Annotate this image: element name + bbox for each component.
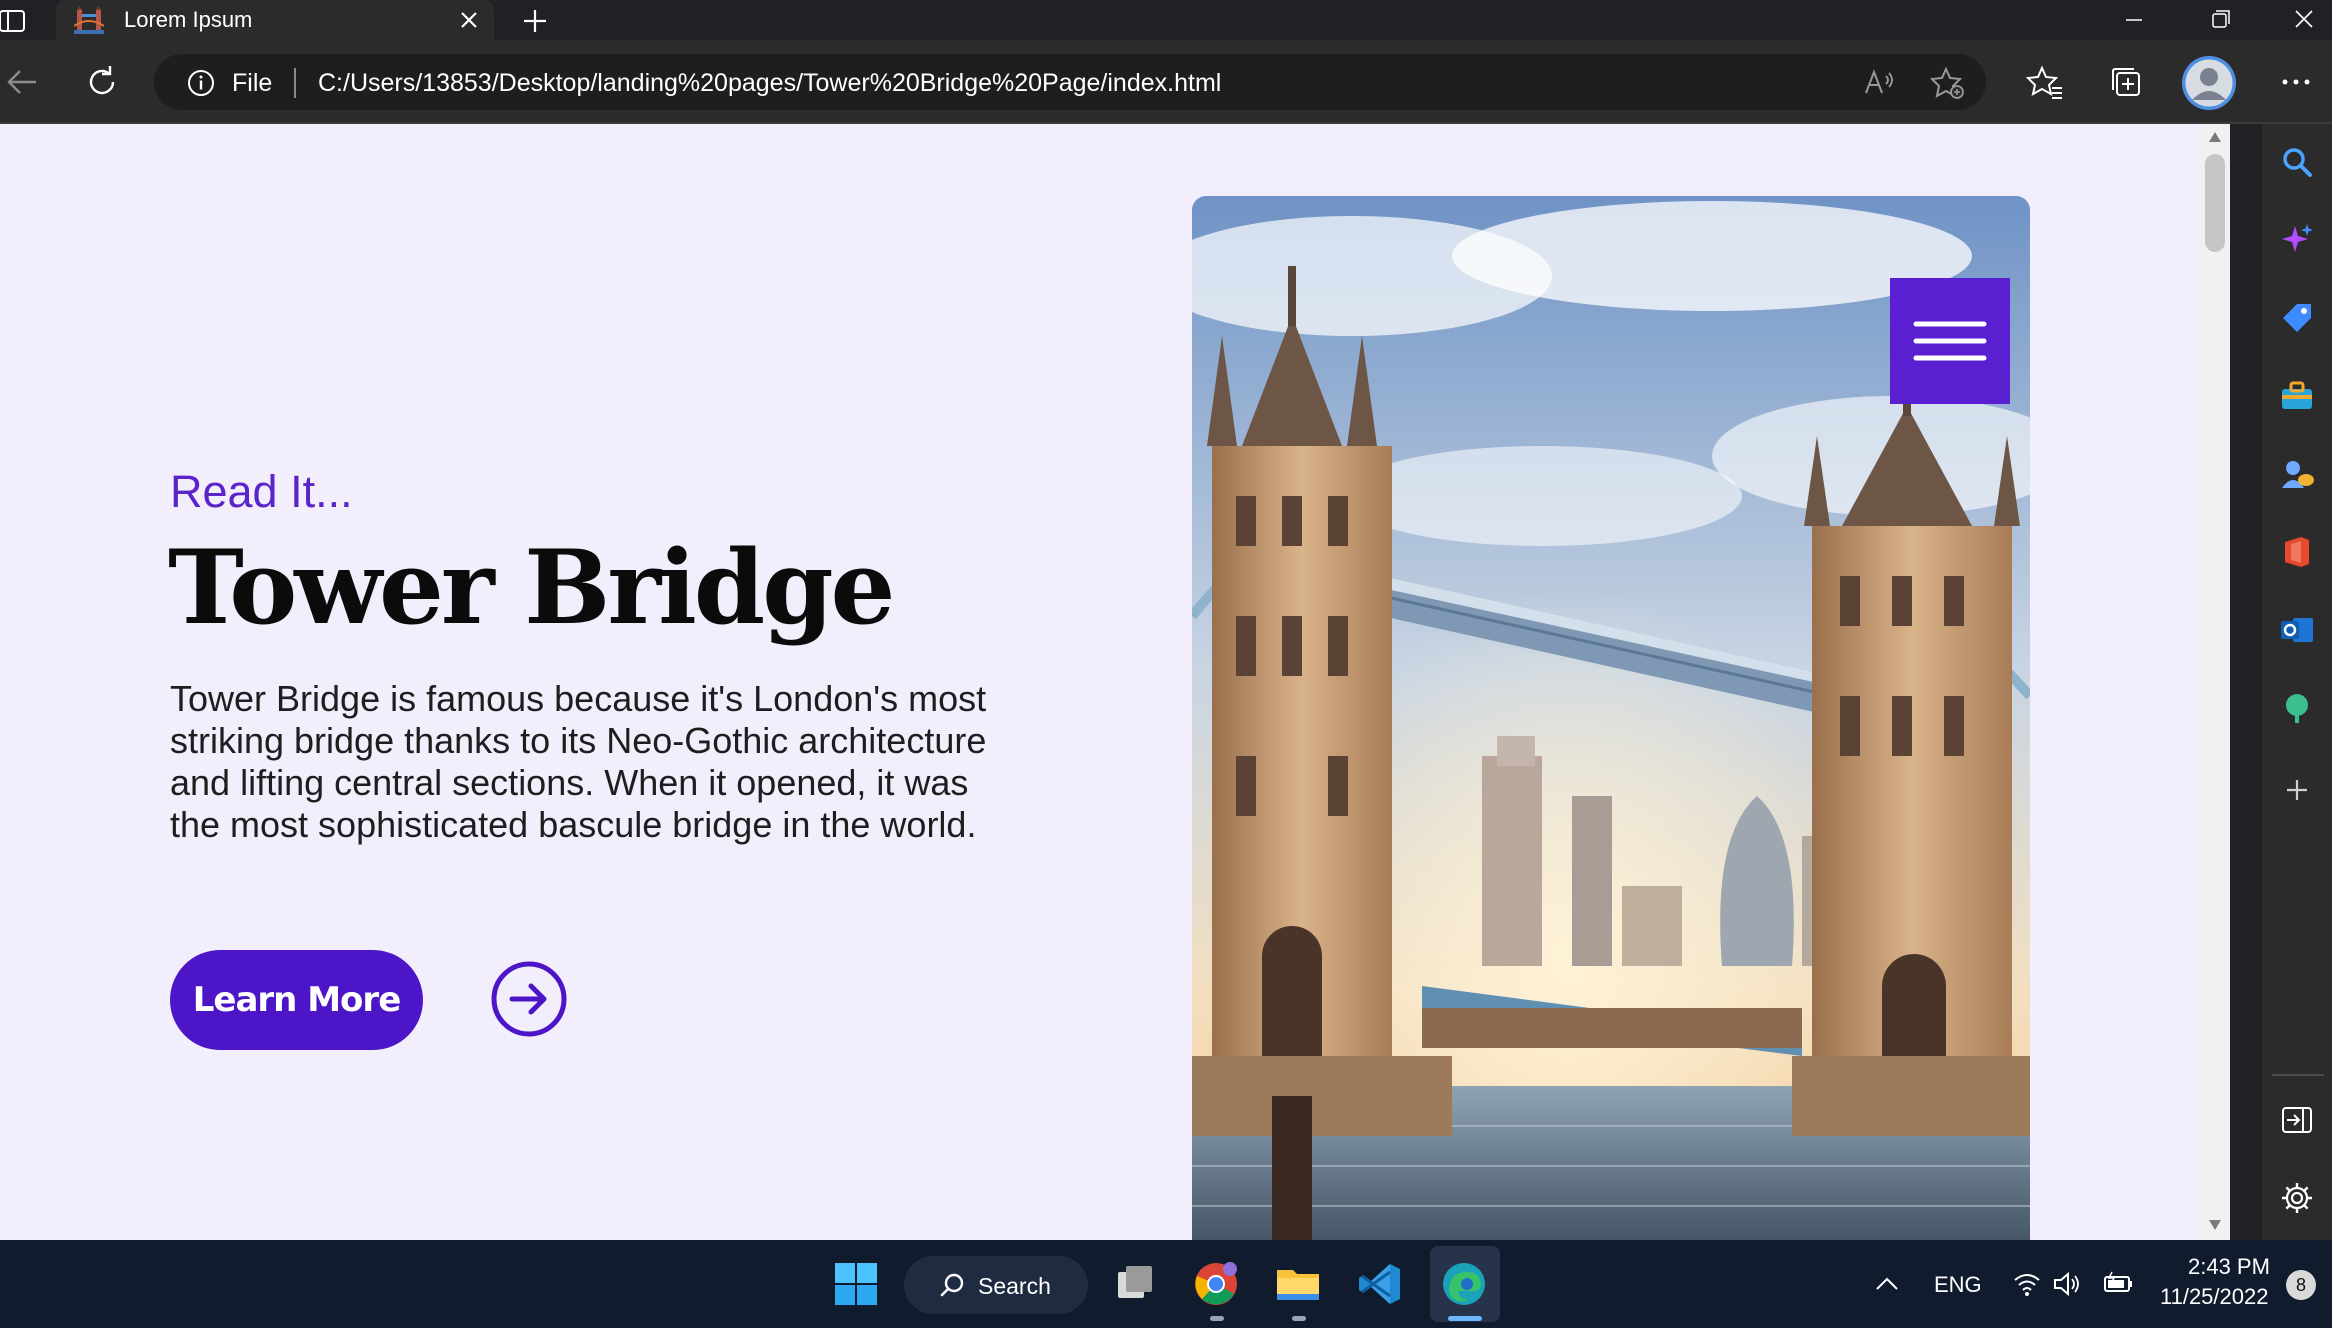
- arrow-circle-icon[interactable]: [490, 960, 568, 1038]
- clock-time[interactable]: 2:43 PM: [2188, 1254, 2270, 1280]
- tab-title: Lorem Ipsum: [124, 7, 253, 32]
- title-bar: Lorem Ipsum: [0, 0, 2332, 40]
- chrome-running-indicator: [1210, 1316, 1224, 1321]
- hide-sidebar-icon[interactable]: [2279, 1102, 2315, 1138]
- shopping-tag-icon[interactable]: [2279, 300, 2315, 336]
- file-scheme-label: File: [232, 69, 273, 97]
- file-explorer-icon[interactable]: [1274, 1260, 1322, 1308]
- outlook-icon[interactable]: [2279, 612, 2315, 648]
- windows-taskbar: Search ENG 2:43 PM 11/25/2022 8: [0, 1240, 2332, 1328]
- hero-title: Tower Bridge: [168, 528, 895, 648]
- volume-icon[interactable]: [2052, 1260, 2082, 1308]
- refresh-icon[interactable]: [82, 62, 122, 102]
- edge-sidebar: [2262, 124, 2332, 1240]
- new-tab-icon[interactable]: [520, 6, 550, 36]
- add-favorite-icon[interactable]: [1930, 66, 1966, 100]
- tree-icon[interactable]: [2279, 690, 2315, 726]
- taskbar-search[interactable]: Search: [904, 1256, 1088, 1314]
- sidebar-divider: [2272, 1074, 2324, 1076]
- hamburger-menu-button[interactable]: [1890, 278, 2010, 404]
- vscode-icon[interactable]: [1356, 1260, 1404, 1308]
- search-label: Search: [978, 1273, 1051, 1299]
- notification-badge[interactable]: 8: [2286, 1270, 2316, 1300]
- collections-icon[interactable]: [2106, 62, 2146, 102]
- games-icon[interactable]: [2279, 456, 2315, 492]
- tools-briefcase-icon[interactable]: [2279, 378, 2315, 414]
- browser-toolbar: File C:/Users/13853/Desktop/landing%20pa…: [0, 40, 2332, 124]
- read-aloud-icon[interactable]: [1862, 66, 1896, 100]
- wifi-icon[interactable]: [2012, 1260, 2042, 1308]
- edge-icon[interactable]: [1440, 1260, 1488, 1308]
- tab-close-icon[interactable]: [458, 9, 480, 31]
- scroll-thumb[interactable]: [2205, 154, 2225, 252]
- address-separator: [294, 68, 296, 98]
- search-icon: [940, 1272, 966, 1298]
- tower-bridge-favicon: [74, 6, 104, 34]
- profile-avatar[interactable]: [2182, 56, 2236, 110]
- url-text[interactable]: C:/Users/13853/Desktop/landing%20pages/T…: [318, 69, 1221, 97]
- add-icon[interactable]: [2279, 772, 2315, 808]
- clock-date[interactable]: 11/25/2022: [2160, 1284, 2268, 1310]
- scroll-up-icon[interactable]: [2207, 130, 2223, 144]
- minimize-icon[interactable]: [2114, 6, 2154, 34]
- edge-running-indicator: [1448, 1316, 1482, 1321]
- scroll-down-icon[interactable]: [2207, 1218, 2223, 1232]
- page-viewport: Read It... Tower Bridge Tower Bridge is …: [0, 124, 2230, 1240]
- language-indicator[interactable]: ENG: [1934, 1272, 1982, 1298]
- hero-body-text: Tower Bridge is famous because it's Lond…: [170, 678, 987, 845]
- battery-icon[interactable]: [2100, 1260, 2134, 1308]
- settings-gear-icon[interactable]: [2279, 1180, 2315, 1216]
- search-icon[interactable]: [2279, 144, 2315, 180]
- learn-more-button[interactable]: Learn More: [170, 950, 423, 1050]
- browser-tab-active[interactable]: Lorem Ipsum: [56, 0, 494, 40]
- more-icon[interactable]: [2276, 62, 2316, 102]
- restore-icon[interactable]: [2200, 6, 2240, 34]
- chrome-icon[interactable]: [1192, 1260, 1240, 1308]
- favorites-icon[interactable]: [2024, 62, 2064, 102]
- address-bar[interactable]: File C:/Users/13853/Desktop/landing%20pa…: [154, 54, 1986, 110]
- eyebrow-text: Read It...: [170, 466, 353, 517]
- tab-actions-icon[interactable]: [0, 4, 26, 36]
- info-icon[interactable]: [186, 68, 216, 98]
- office-icon[interactable]: [2279, 534, 2315, 570]
- task-view-icon[interactable]: [1112, 1260, 1160, 1308]
- back-arrow-icon[interactable]: [2, 62, 42, 102]
- chevron-up-icon[interactable]: [1872, 1260, 1902, 1308]
- start-windows-icon[interactable]: [832, 1260, 880, 1308]
- page-scrollbar[interactable]: [2200, 124, 2230, 1240]
- close-window-icon[interactable]: [2284, 6, 2324, 34]
- learn-more-label: Learn More: [192, 980, 402, 1020]
- copilot-icon[interactable]: [2279, 222, 2315, 258]
- explorer-running-indicator: [1292, 1316, 1306, 1321]
